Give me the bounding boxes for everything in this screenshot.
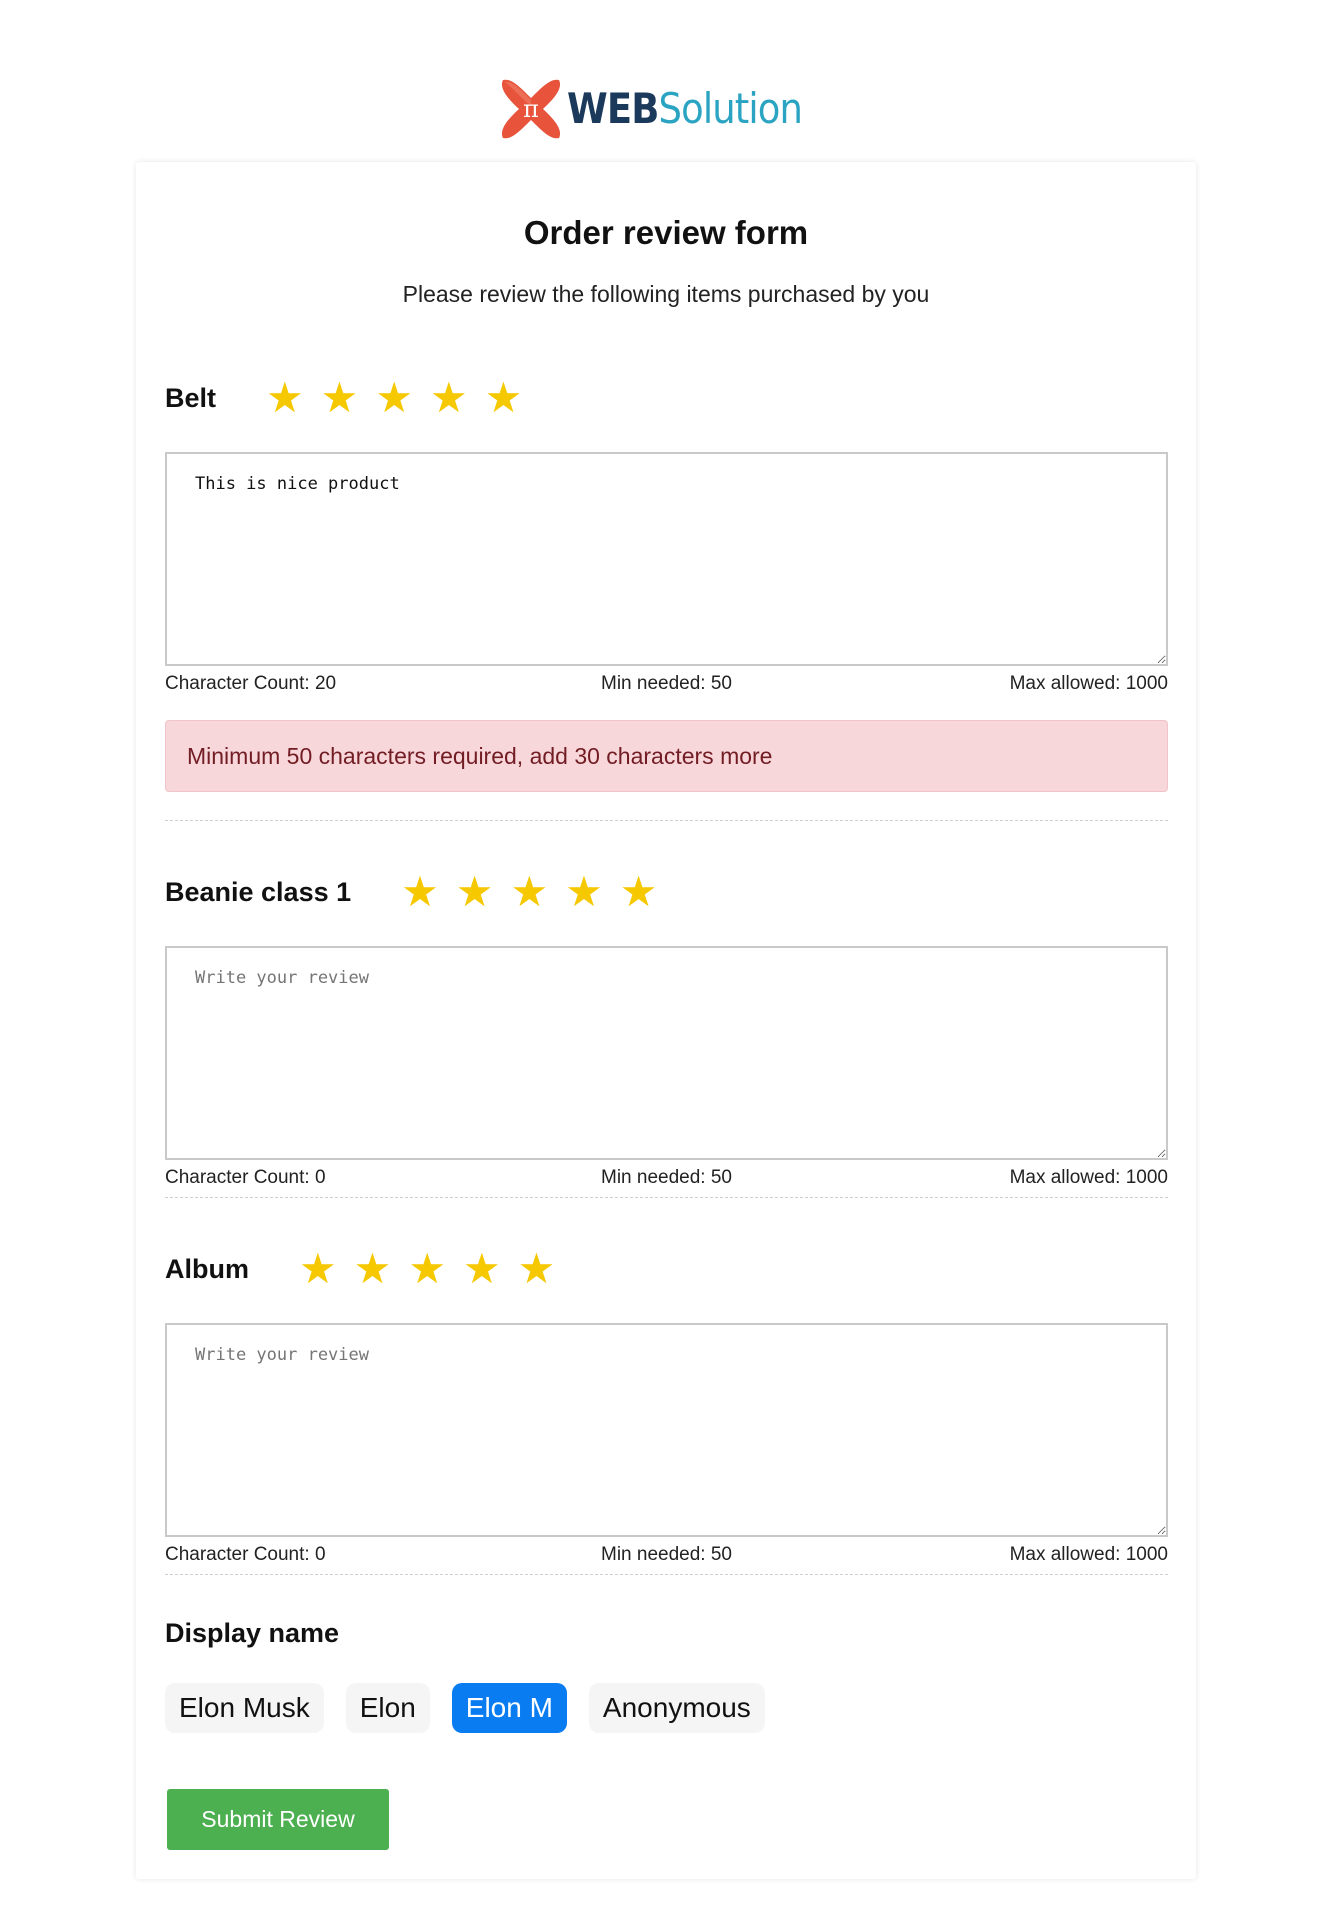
star-icon[interactable]: ★	[620, 871, 658, 913]
display-name-options: Elon Musk Elon Elon M Anonymous	[165, 1683, 765, 1733]
item-name: Beanie class 1	[165, 876, 352, 907]
logo-text: WEBSolution	[566, 84, 803, 133]
star-icon[interactable]: ★	[485, 377, 523, 419]
character-count: Character Count: 0	[165, 1167, 326, 1188]
item-header: Beanie class 1 ★ ★ ★ ★ ★	[165, 862, 1168, 922]
star-rating: ★ ★ ★ ★ ★	[299, 1248, 555, 1290]
character-counts: Character Count: 20 Min needed: 50 Max a…	[165, 673, 1168, 695]
review-item-belt: Belt ★ ★ ★ ★ ★ Character Count: 20 Min n…	[165, 368, 1168, 792]
item-name: Album	[165, 1253, 249, 1284]
display-name-option-selected[interactable]: Elon M	[451, 1683, 567, 1733]
form-title: Order review form	[523, 214, 809, 251]
display-name-label: Display name	[165, 1618, 340, 1648]
item-divider	[165, 1197, 1168, 1198]
star-icon[interactable]: ★	[375, 377, 413, 419]
max-allowed: Max allowed: 1000	[1009, 673, 1168, 694]
star-icon[interactable]: ★	[354, 1248, 392, 1290]
item-header: Belt ★ ★ ★ ★ ★	[165, 368, 1168, 428]
section-divider	[165, 1574, 1168, 1575]
display-name-option[interactable]: Anonymous	[588, 1683, 765, 1733]
item-name: Belt	[165, 382, 217, 413]
star-rating: ★ ★ ★ ★ ★	[401, 871, 657, 913]
item-divider	[165, 820, 1168, 821]
star-icon[interactable]: ★	[321, 377, 359, 419]
display-name-option[interactable]: Elon	[345, 1683, 430, 1733]
star-icon[interactable]: ★	[266, 377, 304, 419]
svg-text:π: π	[523, 95, 539, 123]
star-icon[interactable]: ★	[565, 871, 603, 913]
review-item-beanie: Beanie class 1 ★ ★ ★ ★ ★ Character Count…	[165, 862, 1168, 1189]
logo-mark-icon: π	[501, 79, 560, 139]
item-header: Album ★ ★ ★ ★ ★	[165, 1239, 1168, 1299]
review-item-album: Album ★ ★ ★ ★ ★ Character Count: 0 Min n…	[165, 1239, 1168, 1566]
character-counts: Character Count: 0 Min needed: 50 Max al…	[165, 1167, 1168, 1189]
star-icon[interactable]: ★	[456, 871, 494, 913]
star-icon[interactable]: ★	[518, 1248, 556, 1290]
display-name-option[interactable]: Elon Musk	[165, 1683, 324, 1733]
star-icon[interactable]: ★	[408, 1248, 446, 1290]
star-icon[interactable]: ★	[463, 1248, 501, 1290]
review-textarea[interactable]	[165, 946, 1168, 1160]
review-textarea[interactable]	[165, 452, 1168, 666]
character-count: Character Count: 20	[165, 673, 337, 694]
star-icon[interactable]: ★	[510, 871, 548, 913]
max-allowed: Max allowed: 1000	[1009, 1544, 1168, 1565]
header: π WEBSolution	[0, 76, 1317, 142]
form-subtitle: Please review the following items purcha…	[402, 281, 930, 307]
review-form-card: Order review form Please review the foll…	[136, 162, 1196, 1879]
max-allowed: Max allowed: 1000	[1009, 1167, 1168, 1188]
min-characters-alert: Minimum 50 characters required, add 30 c…	[165, 720, 1168, 792]
star-icon[interactable]: ★	[430, 377, 468, 419]
websolution-logo: π WEBSolution	[497, 76, 834, 142]
character-count: Character Count: 0	[165, 1544, 326, 1565]
star-icon[interactable]: ★	[299, 1248, 337, 1290]
submit-review-button[interactable]: Submit Review	[167, 1789, 389, 1850]
review-textarea[interactable]	[165, 1323, 1168, 1537]
star-rating: ★ ★ ★ ★ ★	[266, 377, 522, 419]
star-icon[interactable]: ★	[401, 871, 439, 913]
character-counts: Character Count: 0 Min needed: 50 Max al…	[165, 1544, 1168, 1566]
